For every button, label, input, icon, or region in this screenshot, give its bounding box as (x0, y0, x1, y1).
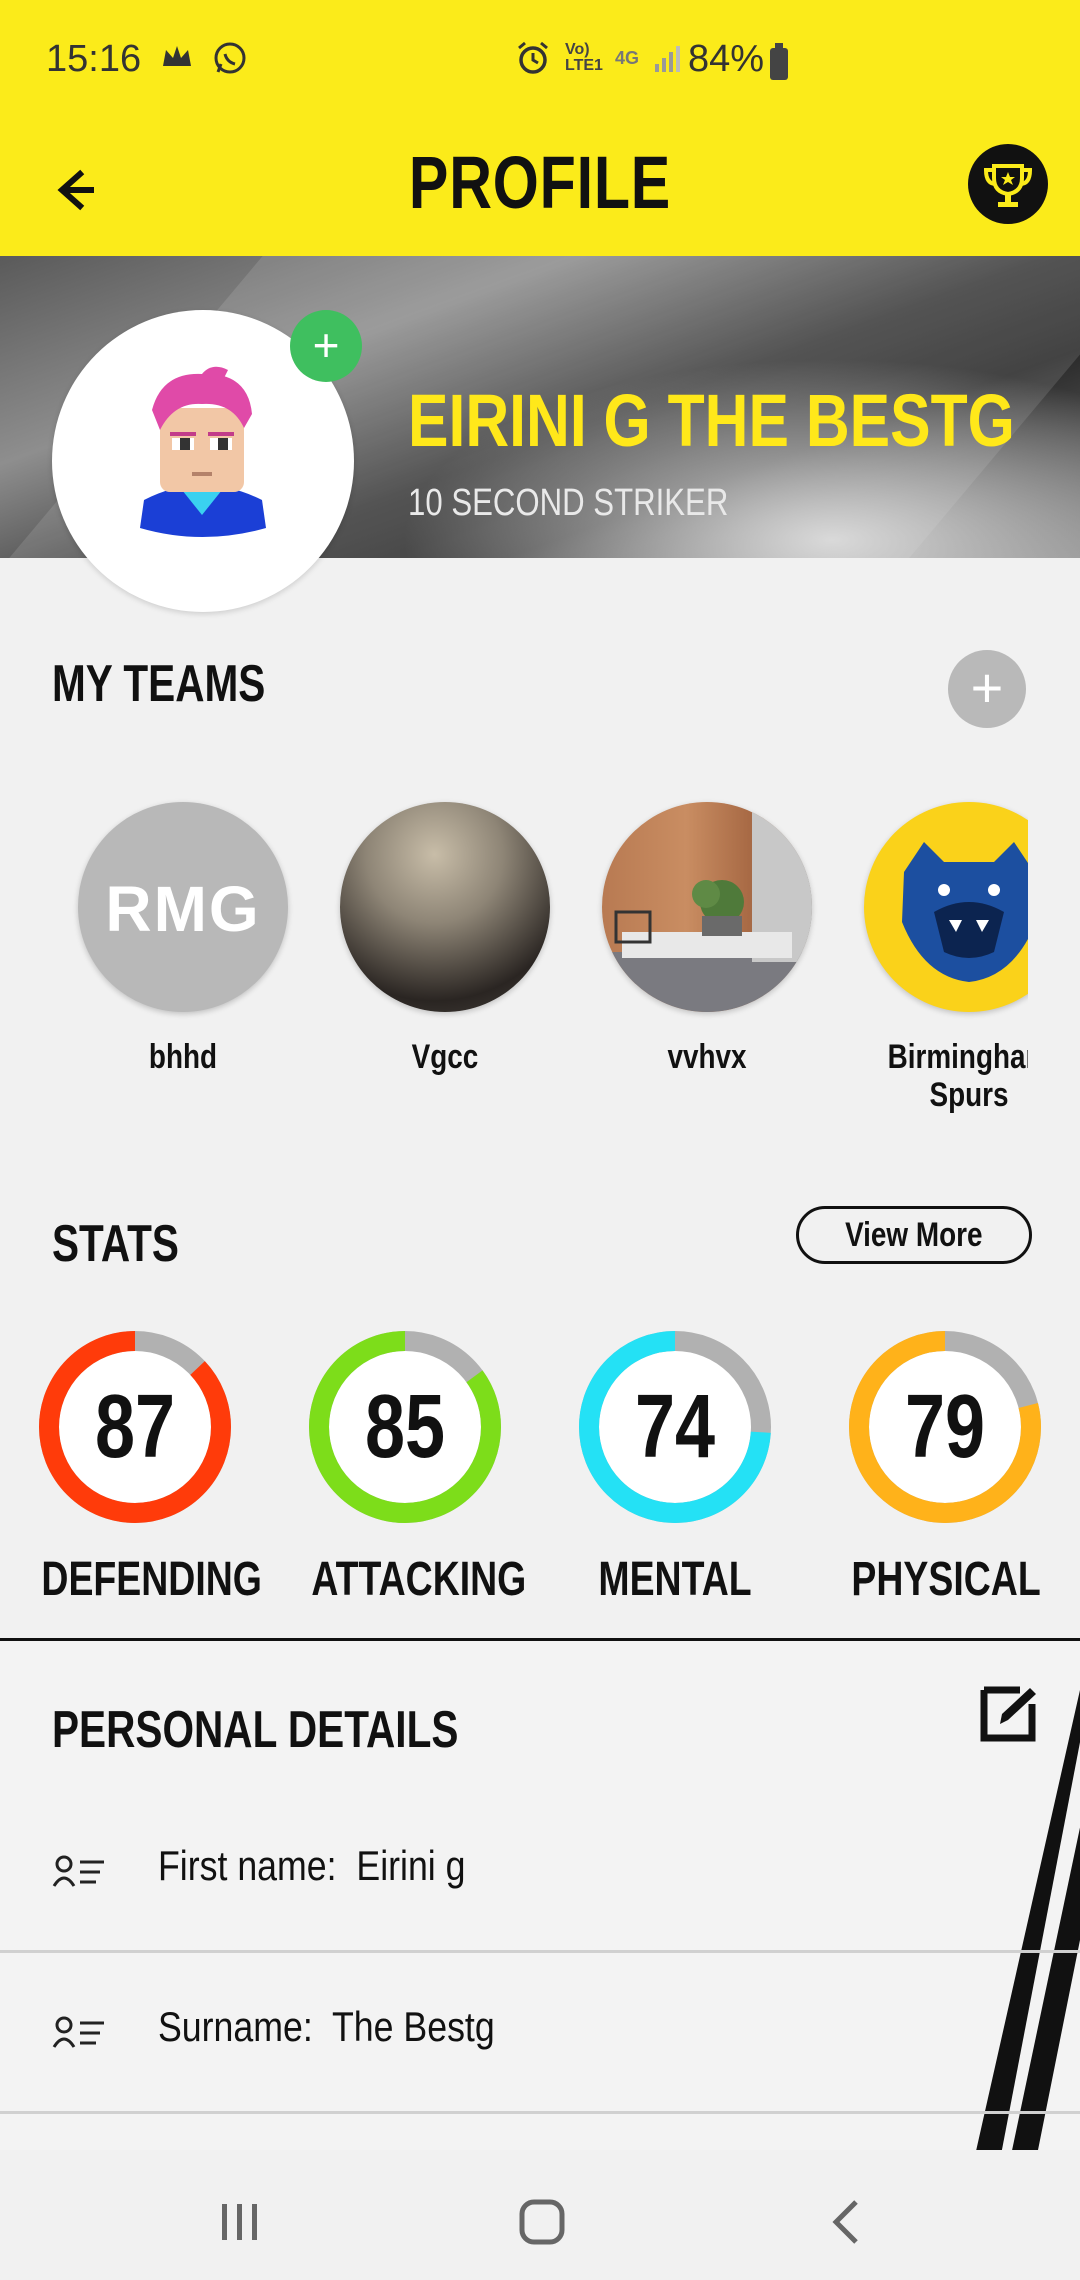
team-name: vvhvx (667, 1038, 747, 1076)
recent-apps-icon[interactable] (218, 2200, 262, 2244)
detail-row-first-name[interactable]: First name: Eirini g (0, 1792, 1080, 1953)
stat-gauge-mental: 74 (578, 1330, 772, 1524)
player-role: 10 SECOND STRIKER (408, 482, 729, 524)
trophy-button[interactable] (968, 144, 1048, 224)
battery-icon (770, 43, 788, 80)
stat-value: 79 (904, 1377, 986, 1477)
first-name-value: Eirini g (356, 1842, 466, 1889)
add-team-button[interactable]: + (948, 650, 1026, 728)
stat-label: PHYSICAL (851, 1553, 1041, 1606)
team-photo-icon (602, 802, 812, 1012)
stat-gauge-defending: 87 (38, 1330, 232, 1524)
network-label: 4G (615, 47, 640, 68)
view-more-button[interactable]: View More (796, 1206, 1032, 1264)
team-logo (602, 802, 812, 1012)
first-name-label: First name: (158, 1842, 337, 1889)
team-item[interactable]: Birmingham Spurs (864, 802, 1028, 1114)
teams-carousel[interactable]: RMG bhhd Vgcc vvhvx Birmingha Spurs (0, 790, 1028, 1120)
team-name: bhhd (148, 1038, 218, 1076)
status-time: 15:16 (46, 38, 142, 80)
stat-label: MENTAL (598, 1553, 752, 1606)
team-logo: RMG (78, 802, 288, 1012)
stat-gauge-physical: 79 (848, 1330, 1042, 1524)
bear-logo-icon (902, 842, 1028, 982)
team-item[interactable]: vvhvx (602, 802, 812, 1076)
back-nav-icon[interactable] (826, 2198, 866, 2246)
team-item[interactable]: RMG bhhd (78, 802, 288, 1076)
battery-percent: 84% (688, 38, 765, 80)
status-bar: 15:16 Vo) LTE1 4G 84% (0, 0, 1080, 130)
stat-label: DEFENDING (41, 1553, 262, 1606)
surname-label: Surname: (158, 2003, 313, 2050)
surname-value: The Bestg (331, 2003, 495, 2050)
crown-icon (163, 46, 191, 66)
stat-value: 87 (94, 1377, 176, 1477)
profile-list-icon (52, 1855, 104, 1887)
team-logo-text: RMG (105, 873, 261, 945)
detail-row-surname[interactable]: Surname: The Bestg (0, 1953, 1080, 2114)
my-teams-title: MY TEAMS (52, 655, 266, 713)
signal-icon (655, 46, 681, 72)
trophy-icon (983, 164, 1033, 207)
personal-details-title: PERSONAL DETAILS (52, 1701, 459, 1759)
system-nav-bar (0, 2150, 1080, 2280)
stat-value: 74 (634, 1377, 716, 1477)
team-logo (340, 802, 550, 1012)
team-logo (864, 802, 1028, 1012)
volte-label: Vo) LTE1 (565, 41, 603, 74)
view-more-label: View More (845, 1216, 983, 1254)
team-name: Vgcc (411, 1038, 479, 1076)
home-icon[interactable] (518, 2198, 566, 2246)
team-name: Birmingham Spurs (887, 1038, 1028, 1114)
team-item[interactable]: Vgcc (340, 802, 550, 1076)
stat-label: ATTACKING (311, 1553, 527, 1606)
stats-title: STATS (52, 1215, 179, 1273)
app-bar: PROFILE (0, 130, 1080, 256)
whatsapp-icon (214, 42, 246, 74)
stat-value: 85 (364, 1377, 446, 1477)
add-photo-button[interactable]: + (290, 310, 362, 382)
alarm-icon (518, 41, 548, 74)
stat-gauge-attacking: 85 (308, 1330, 502, 1524)
arrow-left-icon[interactable] (48, 160, 104, 220)
page-title: PROFILE (408, 141, 672, 224)
player-name: EIRINI G THE BESTG (408, 379, 1015, 462)
profile-list-icon (52, 2016, 104, 2048)
